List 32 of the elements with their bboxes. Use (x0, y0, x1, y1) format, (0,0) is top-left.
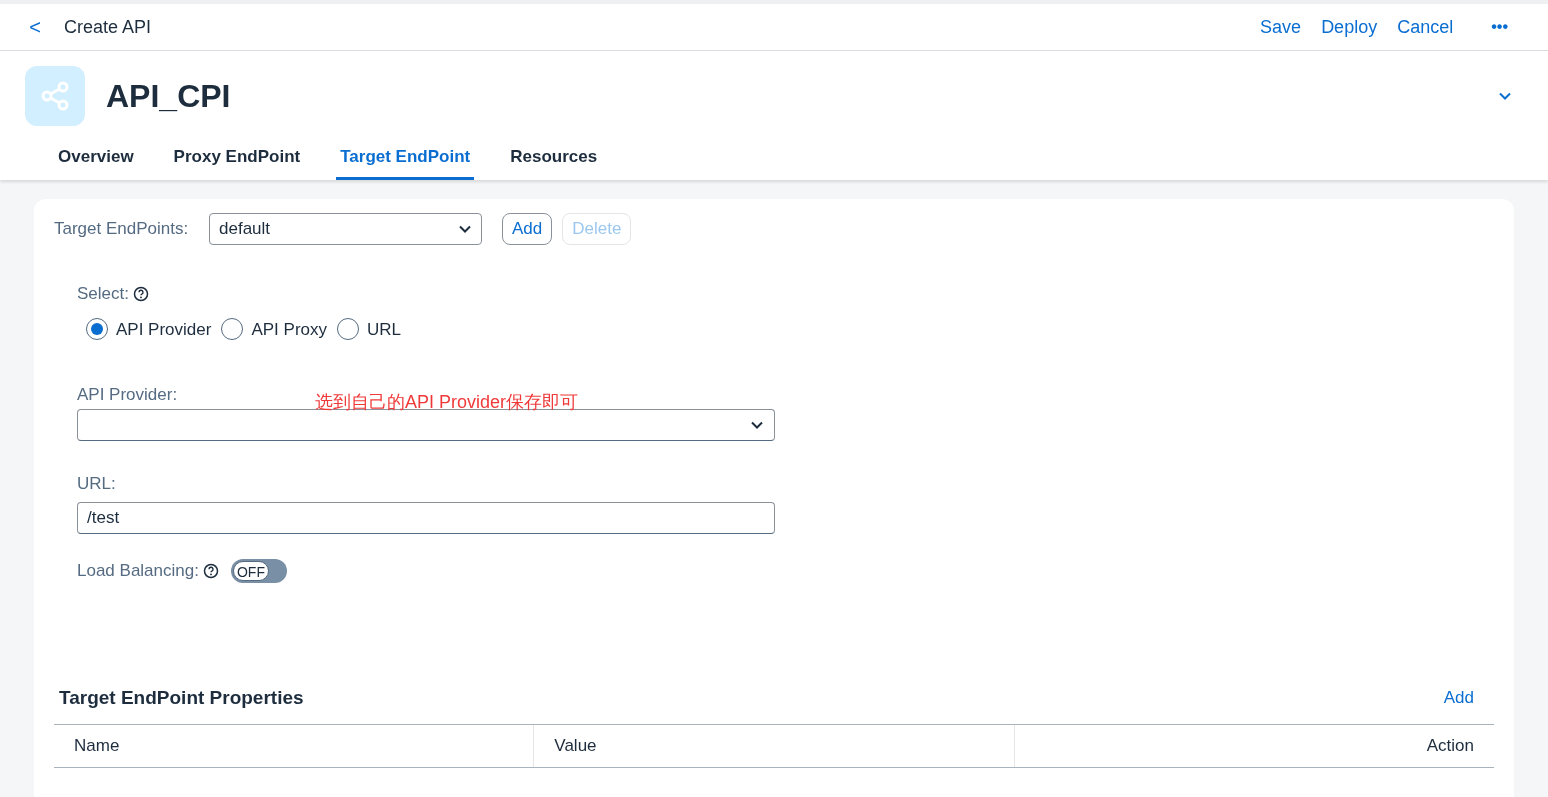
radio-option[interactable]: URL (337, 316, 402, 342)
endpoint-select[interactable]: default (209, 213, 482, 245)
tab[interactable]: Resources (506, 136, 602, 180)
share-icon (25, 66, 85, 126)
column-header: Value (533, 725, 1014, 767)
toolbar-action[interactable]: Deploy (1321, 13, 1378, 41)
overflow-button[interactable]: ••• (1491, 15, 1508, 39)
radio-option[interactable]: API Provider (86, 316, 212, 342)
section-title: Target EndPoint Properties (59, 685, 304, 710)
radio-option[interactable]: API Proxy (221, 316, 328, 342)
toggle-switch[interactable]: OFF (230, 558, 287, 583)
column-header: Action (1013, 725, 1494, 767)
column-header: Name (73, 735, 121, 758)
toolbar-action[interactable]: Cancel (1397, 13, 1454, 41)
tab[interactable]: Proxy EndPoint (169, 136, 305, 180)
help-icon (202, 562, 219, 579)
object-title: API_CPI (106, 77, 231, 116)
field-label: Target EndPoints: (54, 218, 190, 241)
field-label: API Provider: (77, 384, 179, 406)
add-link[interactable]: Add (1443, 685, 1474, 711)
toolbar-action[interactable]: Save (1260, 13, 1302, 41)
url-field[interactable]: /test (77, 502, 775, 534)
field-label: Select: (77, 283, 129, 305)
annotation-text: 选到自己的API Provider保存即可 (315, 390, 579, 414)
endpoint-button[interactable]: Add (502, 213, 553, 245)
field-label: Load Balancing: (77, 560, 199, 582)
back-button[interactable]: < (26, 12, 44, 42)
tab[interactable]: Target EndPoint (336, 136, 475, 180)
field-label: URL: (77, 472, 117, 495)
page-title: Create API (64, 15, 152, 39)
help-icon (133, 285, 149, 302)
tab[interactable]: Overview (54, 136, 138, 180)
